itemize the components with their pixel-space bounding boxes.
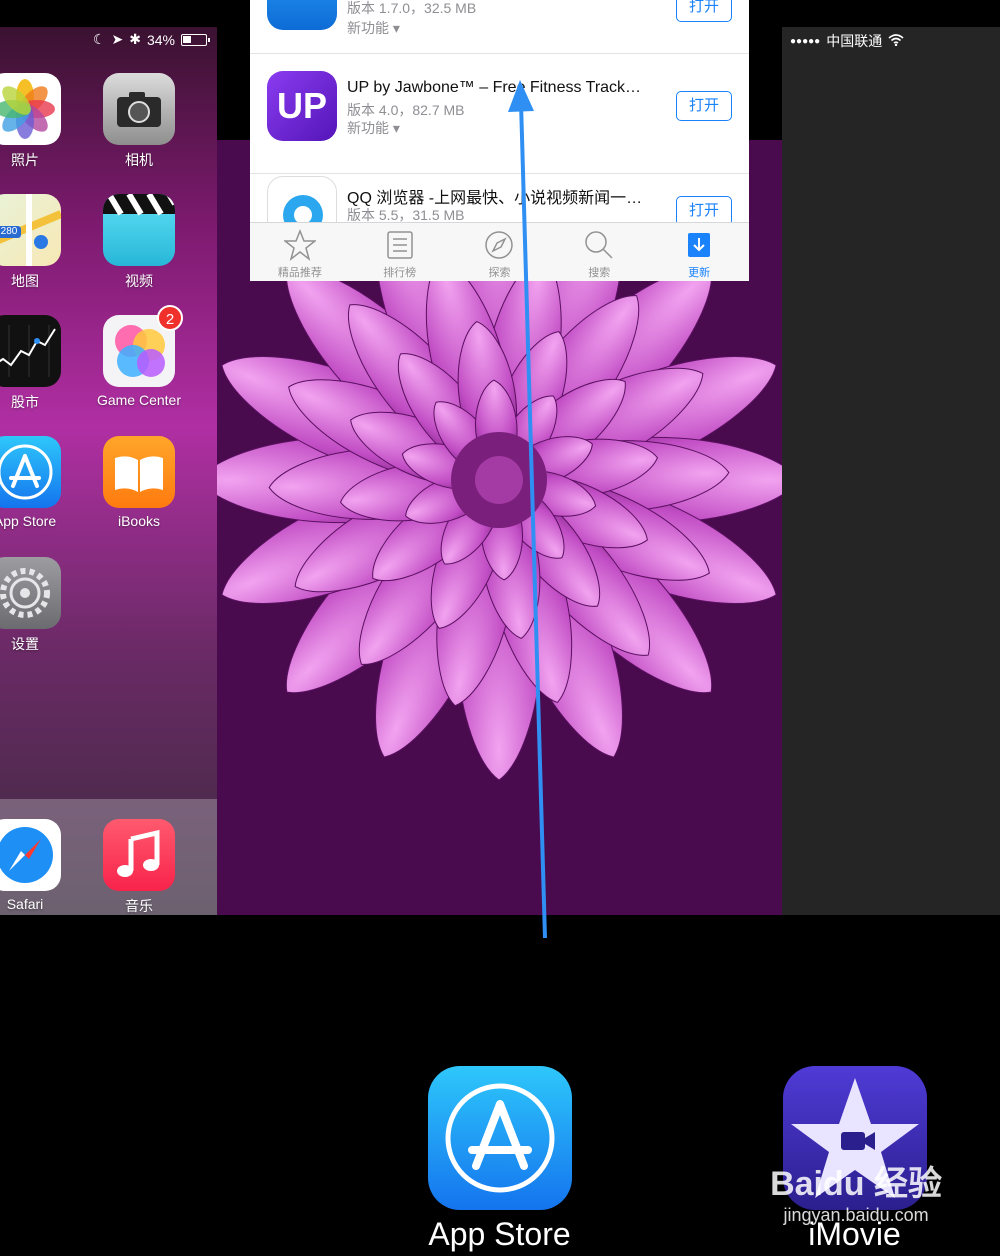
tab-label: 更新 (688, 267, 711, 279)
whats-new-toggle[interactable]: 新功能 ▾ (347, 18, 400, 38)
notification-badge: 2 (157, 305, 183, 331)
app-store-icon (427, 1066, 572, 1210)
imovie-card[interactable]: ●●●●● 中国联通 (782, 27, 1000, 915)
app-label: 地图 (11, 273, 39, 289)
tab-label: 精品推荐 (277, 267, 322, 279)
status-bar: ☾ ➤ ✱ 34% (92, 31, 210, 48)
app-stocks[interactable]: 股市 (0, 315, 70, 412)
wifi-app-icon (267, 0, 337, 30)
switcher-label: App Store (428, 1216, 571, 1252)
list-item: 版本 1.7.0，32.5 MB 新功能 ▾ 打开 (250, 0, 749, 54)
status-bar: ●●●●● 中国联通 (790, 31, 904, 51)
app-store-icon (0, 436, 61, 508)
app-label: 相机 (125, 152, 153, 168)
download-icon (688, 233, 711, 257)
tab-label: 排行榜 (383, 267, 417, 279)
wifi-icon (888, 33, 904, 49)
app-label: 照片 (11, 152, 39, 168)
up-logo-text: UP (276, 85, 327, 126)
videos-icon (103, 194, 175, 266)
bluetooth-icon: ✱ (129, 31, 141, 47)
settings-icon (0, 557, 61, 629)
battery-percent: 34% (146, 31, 175, 48)
tab-label: 搜索 (588, 267, 611, 279)
camera-icon (103, 73, 175, 145)
app-camera[interactable]: 相机 (94, 73, 184, 170)
app-settings[interactable]: 设置 (0, 557, 70, 654)
tab-featured[interactable]: 精品推荐 (250, 223, 350, 281)
music-icon (103, 819, 175, 891)
app-ibooks[interactable]: iBooks (94, 436, 184, 529)
signal-dots: ●●●●● (790, 35, 821, 47)
app-app-store[interactable]: App Store (0, 436, 70, 529)
battery-icon (181, 33, 210, 46)
switcher-app-store[interactable]: App Store (427, 1066, 572, 1253)
app-label: 音乐 (125, 898, 153, 914)
app-label: App Store (0, 513, 57, 529)
stocks-icon (0, 315, 61, 387)
app-label: 股市 (11, 394, 39, 410)
whats-new-toggle[interactable]: 新功能 ▾ (347, 118, 400, 138)
star-icon (283, 229, 316, 261)
app-game-center[interactable]: 2 Game Center (94, 305, 184, 408)
app-label: Safari (6, 896, 44, 912)
moon-icon: ☾ (92, 31, 106, 47)
swipe-up-arrow (508, 80, 547, 939)
map-road-sign: 280 (0, 226, 18, 237)
watermark-brand: Baidu 经验 (770, 1165, 942, 1203)
search-icon (585, 231, 613, 259)
location-icon: ➤ (111, 31, 124, 47)
app-label: Game Center (96, 392, 182, 408)
open-button[interactable]: 打开 (676, 91, 732, 121)
ibooks-icon (103, 436, 175, 508)
carrier-name: 中国联通 (826, 33, 883, 49)
safari-icon (0, 819, 61, 891)
app-label: 视频 (125, 273, 153, 289)
watermark-url: jingyan.baidu.com (783, 1205, 929, 1225)
app-maps[interactable]: 280 地图 (0, 194, 70, 291)
app-meta: 版本 4.0，82.7 MB (347, 102, 465, 118)
app-label: iBooks (117, 513, 161, 529)
baidu-watermark: Baidu 经验 jingyan.baidu.com (770, 1156, 942, 1226)
photos-icon (0, 73, 61, 145)
tab-updates[interactable]: 更新 (649, 223, 749, 281)
home-screen-card[interactable]: ☾ ➤ ✱ 34% 照片 相机 280 地图 视频 股市 2 Game Cent… (0, 27, 217, 915)
list-icon (386, 231, 413, 259)
app-photos[interactable]: 照片 (0, 73, 70, 170)
open-button[interactable]: 打开 (676, 0, 732, 22)
app-meta: 版本 1.7.0，32.5 MB (347, 0, 477, 16)
up-jawbone-icon: UP (267, 71, 337, 141)
tab-top-charts[interactable]: 排行榜 (350, 223, 450, 281)
app-videos[interactable]: 视频 (94, 194, 184, 291)
maps-icon: 280 (0, 194, 61, 266)
dock-app-music[interactable]: 音乐 (94, 819, 184, 915)
dock: Safari 音乐 (0, 799, 217, 915)
dock-app-safari[interactable]: Safari (0, 819, 70, 912)
app-label: 设置 (11, 636, 39, 652)
